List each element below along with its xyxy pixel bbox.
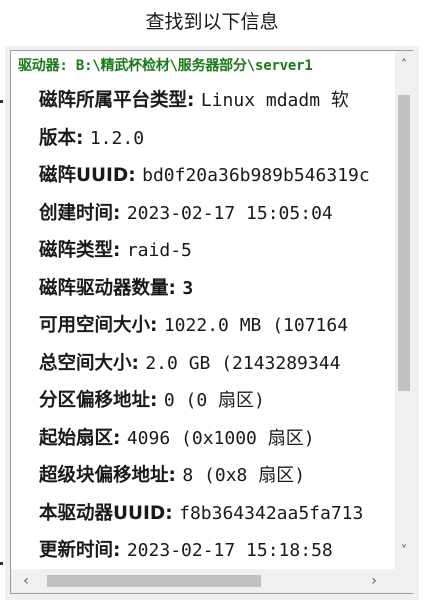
info-row-value: 3 [182,277,194,299]
info-row-value: 2023-02-17 15:05:04 [126,202,333,224]
info-row-value: raid-5 [126,240,192,261]
info-row-label: 分区偏移地址: [39,390,164,411]
info-rows: 磁阵所属平台类型: Linux mdadm 软版本: 1.2.0 磁阵UUID: … [39,82,370,569]
horizontal-scrollbar[interactable]: ‹ › [11,569,395,593]
info-row-label: 总空间大小: [39,352,146,374]
chevron-left-icon[interactable]: ‹ [15,569,37,593]
info-row: 更新时间: 2023-02-17 15:18:58 [39,532,370,569]
info-row-label: 超级块偏移地址: [39,465,183,486]
scrollbar-corner [395,569,413,593]
info-row: 可用空间大小: 1022.0 MB (107164 [39,307,370,345]
dialog-title: 查找到以下信息 [0,0,424,46]
drive-path-header: 驱动器: B:\精武杯检材\服务器部分\server1 [18,58,313,74]
chevron-down-icon[interactable]: ˅ [395,543,413,561]
info-row-value: 2023-02-17 15:18:58 [126,540,333,561]
info-row-label: 磁阵类型: [39,240,127,261]
info-row: 磁阵所属平台类型: Linux mdadm 软 [39,82,370,120]
info-row-value: 0 (0 扇区) [163,390,265,411]
horizontal-scroll-thumb[interactable] [47,575,261,587]
info-row-label: 可用空间大小: [39,315,164,336]
info-row-value: 1022.0 MB (107164 [163,315,349,336]
window-left-edge [0,0,5,600]
info-row-value: 8 (0x8 扇区) [182,465,306,486]
info-panel: 驱动器: B:\精武杯检材\服务器部分\server1 磁阵所属平台类型: Li… [10,50,413,594]
info-row-value: bd0f20a36b989b546319c [142,165,370,186]
vertical-scrollbar[interactable]: ˄ ˅ [395,51,413,569]
info-row-label: 本驱动器UUID: [39,502,180,524]
window-right-edge [419,0,424,600]
info-dialog: 查找到以下信息 驱动器: B:\精武杯检材\服务器部分\server1 磁阵所属… [0,0,424,600]
chevron-up-icon[interactable]: ˄ [395,57,413,75]
dialog-title-text: 查找到以下信息 [145,11,279,33]
vertical-scroll-thumb[interactable] [398,95,410,391]
info-row-value: 4096 (0x1000 扇区) [126,427,315,449]
chevron-right-icon[interactable]: › [363,569,385,593]
info-row: 本驱动器UUID: f8b364342aa5fa713 [39,495,370,533]
info-row-value: 1.2.0 [89,127,145,149]
info-row-label: 磁阵UUID: [39,165,143,186]
info-row-label: 创建时间: [39,202,127,224]
info-row: 分区偏移地址: 0 (0 扇区) [39,382,370,420]
info-row: 磁阵类型: raid-5 [39,232,370,270]
info-row-label: 磁阵所属平台类型: [39,90,201,111]
info-row-value: f8b364342aa5fa713 [179,502,364,524]
info-row-label: 起始扇区: [39,427,127,449]
info-row: 超级块偏移地址: 8 (0x8 扇区) [39,457,370,495]
info-row: 起始扇区: 4096 (0x1000 扇区) [39,420,370,458]
info-row-label: 版本: [39,127,90,149]
info-row-label: 磁阵驱动器数量: [39,277,183,299]
info-row: 版本: 1.2.0 [39,120,370,158]
info-row: 总空间大小: 2.0 GB (2143289344 [39,345,370,383]
info-row-value: Linux mdadm 软 [200,90,349,111]
info-row-value: 2.0 GB (2143289344 [145,352,341,374]
info-row: 磁阵UUID: bd0f20a36b989b546319c [39,157,370,195]
info-row: 磁阵驱动器数量: 3 [39,270,370,308]
info-row: 创建时间: 2023-02-17 15:05:04 [39,195,370,233]
info-row-label: 更新时间: [39,540,127,561]
info-content: 驱动器: B:\精武杯检材\服务器部分\server1 磁阵所属平台类型: Li… [11,51,395,569]
